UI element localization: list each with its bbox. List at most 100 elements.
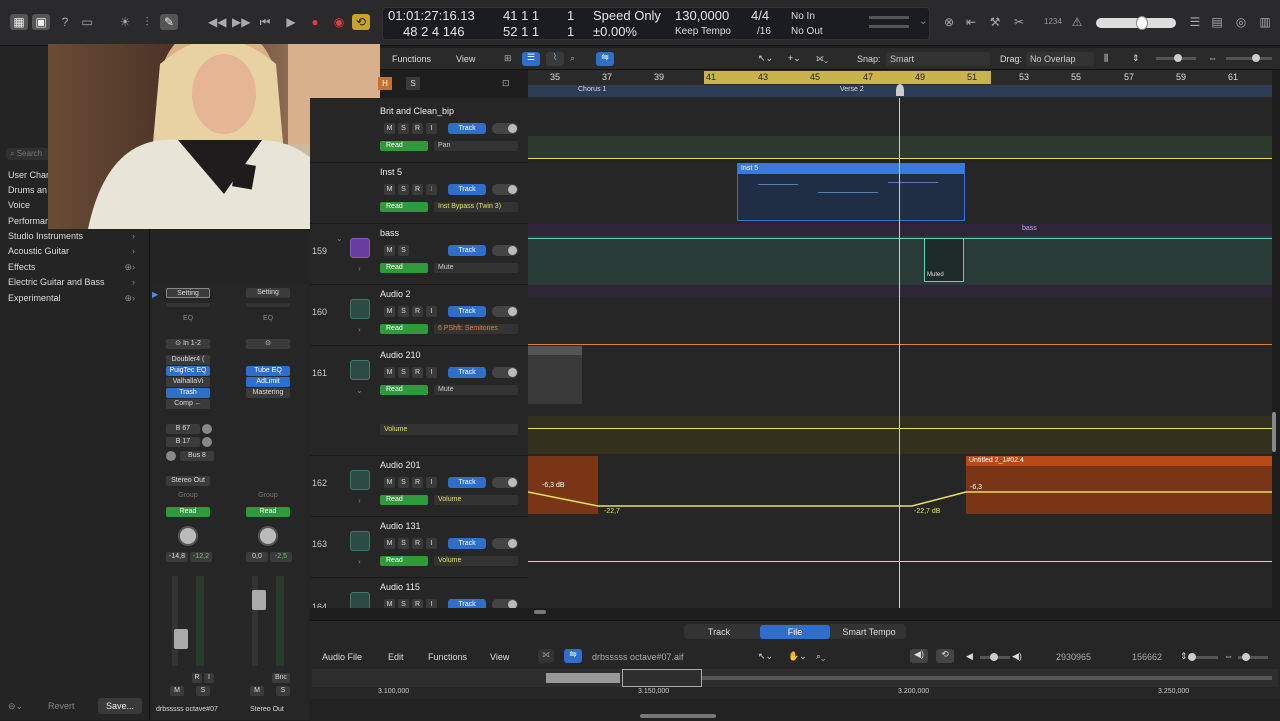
- tuner-icon[interactable]: ⚒: [986, 14, 1004, 30]
- vertical-scrollbar[interactable]: [1272, 412, 1276, 452]
- track-lane[interactable]: bass Muted: [528, 224, 1272, 285]
- functions-menu[interactable]: Functions: [392, 54, 431, 64]
- input-monitor-button[interactable]: I: [426, 123, 437, 134]
- notepad-icon[interactable]: ▤: [1208, 14, 1226, 30]
- hand-tool-icon[interactable]: ✋⌄: [788, 651, 807, 662]
- browser-item-electric-guitar[interactable]: Electric Guitar and Bass: [8, 277, 105, 287]
- volume-slider[interactable]: [980, 653, 1010, 661]
- record-enable-button[interactable]: R: [412, 538, 423, 549]
- note-pad-icon[interactable]: ⇤: [962, 14, 980, 30]
- editor-hzoom-slider[interactable]: [1238, 653, 1268, 661]
- record-enable-button[interactable]: R: [412, 306, 423, 317]
- tab-smart-tempo[interactable]: Smart Tempo: [834, 625, 904, 639]
- automation-mode[interactable]: Read: [380, 202, 428, 212]
- automation-icon[interactable]: ⌇: [546, 52, 564, 66]
- track-button[interactable]: Track: [448, 123, 486, 134]
- chevron-right-icon[interactable]: ›: [358, 325, 361, 334]
- plugin-slot[interactable]: Comp ←: [166, 399, 210, 409]
- track-header[interactable]: Brit and Clean_bip M S R I Track Read Pa…: [310, 102, 528, 163]
- track-name[interactable]: Audio 2: [380, 289, 411, 299]
- volume-fader[interactable]: [252, 590, 266, 610]
- automation-mode[interactable]: Read: [380, 495, 428, 505]
- automation-param[interactable]: Volume: [434, 556, 518, 566]
- automation-param[interactable]: Mute: [434, 263, 518, 273]
- mute-button[interactable]: M: [170, 686, 184, 696]
- automation-mode[interactable]: Read: [380, 263, 428, 273]
- go-to-start-icon[interactable]: ⏮: [256, 14, 274, 30]
- library-icon[interactable]: ▦: [10, 14, 28, 30]
- add-track-icon[interactable]: ⊡: [502, 78, 516, 89]
- count-in-label[interactable]: 1234: [1044, 17, 1062, 26]
- visible-area-frame[interactable]: [622, 669, 702, 687]
- mute-button[interactable]: M: [384, 599, 395, 608]
- group-slot[interactable]: Group: [246, 491, 290, 501]
- marker-label[interactable]: Verse 2: [840, 86, 864, 93]
- action-menu-icon[interactable]: ⊖⌄: [8, 701, 23, 712]
- functions-menu[interactable]: Functions: [428, 652, 467, 662]
- marquee-tool-icon[interactable]: ⟗⌄: [816, 53, 828, 64]
- browser-item[interactable]: Voice: [8, 200, 30, 210]
- group-slot[interactable]: Group: [166, 491, 210, 501]
- mute-button[interactable]: M: [384, 184, 395, 195]
- automation-param[interactable]: Pan: [434, 141, 518, 151]
- track-lane[interactable]: [528, 517, 1272, 578]
- track-lane[interactable]: [528, 98, 1272, 159]
- cycle-icon[interactable]: ⟲: [352, 14, 370, 30]
- input-monitor-button[interactable]: I: [426, 477, 437, 488]
- catch-icon[interactable]: ⇋: [564, 649, 582, 663]
- zoom-tool-icon[interactable]: ⌕⌄: [816, 651, 825, 662]
- track-toggle[interactable]: [492, 245, 518, 256]
- chevron-down-icon[interactable]: ⌄: [336, 234, 343, 243]
- plugin-slot[interactable]: Tube EQ: [246, 366, 290, 376]
- browser-item-effects[interactable]: Effects: [8, 262, 35, 272]
- automation-line[interactable]: [528, 238, 924, 239]
- solo-button[interactable]: S: [398, 599, 409, 608]
- pointer-tool-icon[interactable]: ↖⌄: [758, 53, 773, 64]
- list-icon[interactable]: ☰: [1186, 14, 1204, 30]
- mute-button[interactable]: M: [384, 245, 395, 256]
- eq-display[interactable]: EQ: [166, 314, 210, 324]
- automation-mode[interactable]: Read: [380, 141, 428, 151]
- track-lane[interactable]: [528, 346, 1272, 456]
- audio-region[interactable]: [528, 346, 582, 404]
- loop-browser-icon[interactable]: ◎: [1232, 14, 1250, 30]
- replace-icon[interactable]: ◉: [330, 14, 348, 30]
- quick-help-icon[interactable]: ?: [56, 14, 74, 30]
- pencil-tool-icon[interactable]: +⌄: [788, 53, 801, 64]
- vertical-zoom-slider[interactable]: [1156, 54, 1196, 62]
- browser-item-experimental[interactable]: Experimental: [8, 293, 61, 303]
- automation-param[interactable]: Volume: [434, 495, 518, 505]
- track-header[interactable]: Inst 5 M S R I Track Read Inst Bypass (T…: [310, 163, 528, 224]
- inspector-icon[interactable]: ▣: [32, 14, 50, 30]
- record-enable-button[interactable]: R: [412, 184, 423, 195]
- solo-button[interactable]: S: [398, 538, 409, 549]
- track-toggle[interactable]: [492, 123, 518, 134]
- grid-view-icon[interactable]: ⊞: [504, 53, 512, 64]
- output-slot[interactable]: Stereo Out: [166, 476, 210, 486]
- rewind-icon[interactable]: ◀◀: [208, 14, 226, 30]
- tab-file[interactable]: File: [760, 625, 830, 639]
- track-button[interactable]: Track: [448, 245, 486, 256]
- plugin-slot[interactable]: Mastering: [246, 388, 290, 398]
- global-solo-button[interactable]: S: [406, 77, 420, 90]
- forward-icon[interactable]: ▶▶: [232, 14, 250, 30]
- automation-param[interactable]: Inst Bypass (Twin 3): [434, 202, 518, 212]
- track-name[interactable]: Inst 5: [380, 167, 402, 177]
- setting-button[interactable]: Setting: [166, 288, 210, 298]
- chevron-right-icon[interactable]: ›: [358, 264, 361, 273]
- editor-scrollbar[interactable]: [640, 714, 716, 718]
- track-button[interactable]: Track: [448, 184, 486, 195]
- volume-automation[interactable]: [528, 456, 1272, 517]
- automation-line[interactable]: [964, 238, 1272, 239]
- automation-lane-param[interactable]: Volume: [380, 424, 518, 435]
- chevron-down-icon[interactable]: ⌄: [919, 16, 927, 27]
- send-slot[interactable]: B 17: [166, 437, 200, 447]
- track-name[interactable]: Audio 131: [380, 521, 421, 531]
- input-slot[interactable]: ⊙ In 1-2: [166, 339, 210, 349]
- browser-item-studio-instruments[interactable]: Studio Instruments: [8, 231, 83, 241]
- marker-label[interactable]: Chorus 1: [578, 86, 606, 93]
- horizontal-zoom-icon[interactable]: ⇔: [1208, 53, 1217, 63]
- tracks-area[interactable]: Inst 5 bass Muted Untitled 2_1#02.4 -6,3…: [528, 98, 1272, 608]
- toolbar-icon[interactable]: ▭: [78, 14, 96, 30]
- solo-button[interactable]: S: [276, 686, 290, 696]
